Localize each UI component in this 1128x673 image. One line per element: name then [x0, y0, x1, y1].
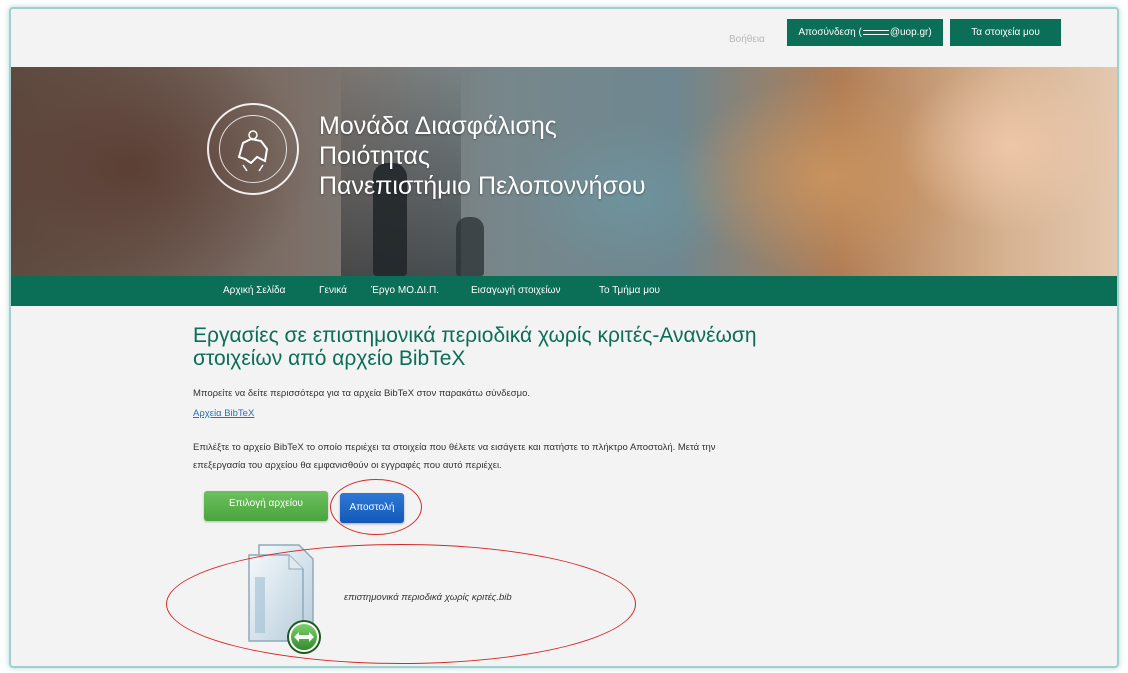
chess-piece-decoration	[456, 217, 484, 276]
top-bar: Βοήθεια Αποσύνδεση ( @uop.gr) Τα στοιχεία…	[11, 9, 1117, 67]
choose-file-button[interactable]: Επιλογή αρχείου	[204, 491, 328, 521]
bibtex-files-link[interactable]: Αρχεία BibTeX	[193, 408, 254, 419]
main-navigation: Αρχική Σελίδα Γενικά Έργο ΜΟ.ΔΙ.Π. Εισαγ…	[11, 276, 1117, 306]
logout-label-prefix: Αποσύνδεση (	[798, 27, 862, 38]
hero-banner: Μονάδα Διασφάλισης Ποιότητας Πανεπιστήμι…	[11, 67, 1117, 276]
nav-item-modip-project[interactable]: Έργο ΜΟ.ΔΙ.Π.	[371, 276, 439, 306]
redacted-email-mark	[862, 29, 889, 35]
site-title-line: Ποιότητας	[319, 142, 430, 170]
logout-button[interactable]: Αποσύνδεση ( @uop.gr)	[787, 19, 943, 46]
site-title-line: Μονάδα Διασφάλισης	[319, 112, 557, 140]
instructions-line: Επιλέξτε το αρχείο BibTeX το οποίο περιέ…	[193, 442, 716, 453]
nav-item-general[interactable]: Γενικά	[319, 276, 347, 306]
annotation-circle-file	[166, 544, 636, 664]
help-link[interactable]: Βοήθεια	[729, 34, 765, 45]
nav-item-home[interactable]: Αρχική Σελίδα	[223, 276, 285, 306]
nav-item-my-department[interactable]: Το Τμήμα μου	[599, 276, 660, 306]
nav-item-data-entry[interactable]: Εισαγωγή στοιχείων	[471, 276, 561, 306]
seal-figure-icon	[237, 130, 269, 172]
instructions-line: επεξεργασία του αρχείου θα εμφανισθούν ο…	[193, 460, 502, 471]
annotation-circle-send	[330, 479, 422, 535]
site-title-line: Πανεπιστήμιο Πελοποννήσου	[319, 172, 646, 200]
page-title: Εργασίες σε επιστημονικά περιοδικά χωρίς…	[193, 324, 757, 370]
browser-frame: Βοήθεια Αποσύνδεση ( @uop.gr) Τα στοιχεία…	[9, 7, 1119, 668]
site-title: Μονάδα Διασφάλισης Ποιότητας Πανεπιστήμι…	[319, 111, 646, 201]
logout-label-suffix: @uop.gr)	[889, 27, 932, 38]
my-profile-button[interactable]: Τα στοιχεία μου	[950, 19, 1061, 46]
info-text: Μπορείτε να δείτε περισσότερα για τα αρχ…	[193, 388, 531, 399]
university-seal-logo	[207, 103, 299, 195]
